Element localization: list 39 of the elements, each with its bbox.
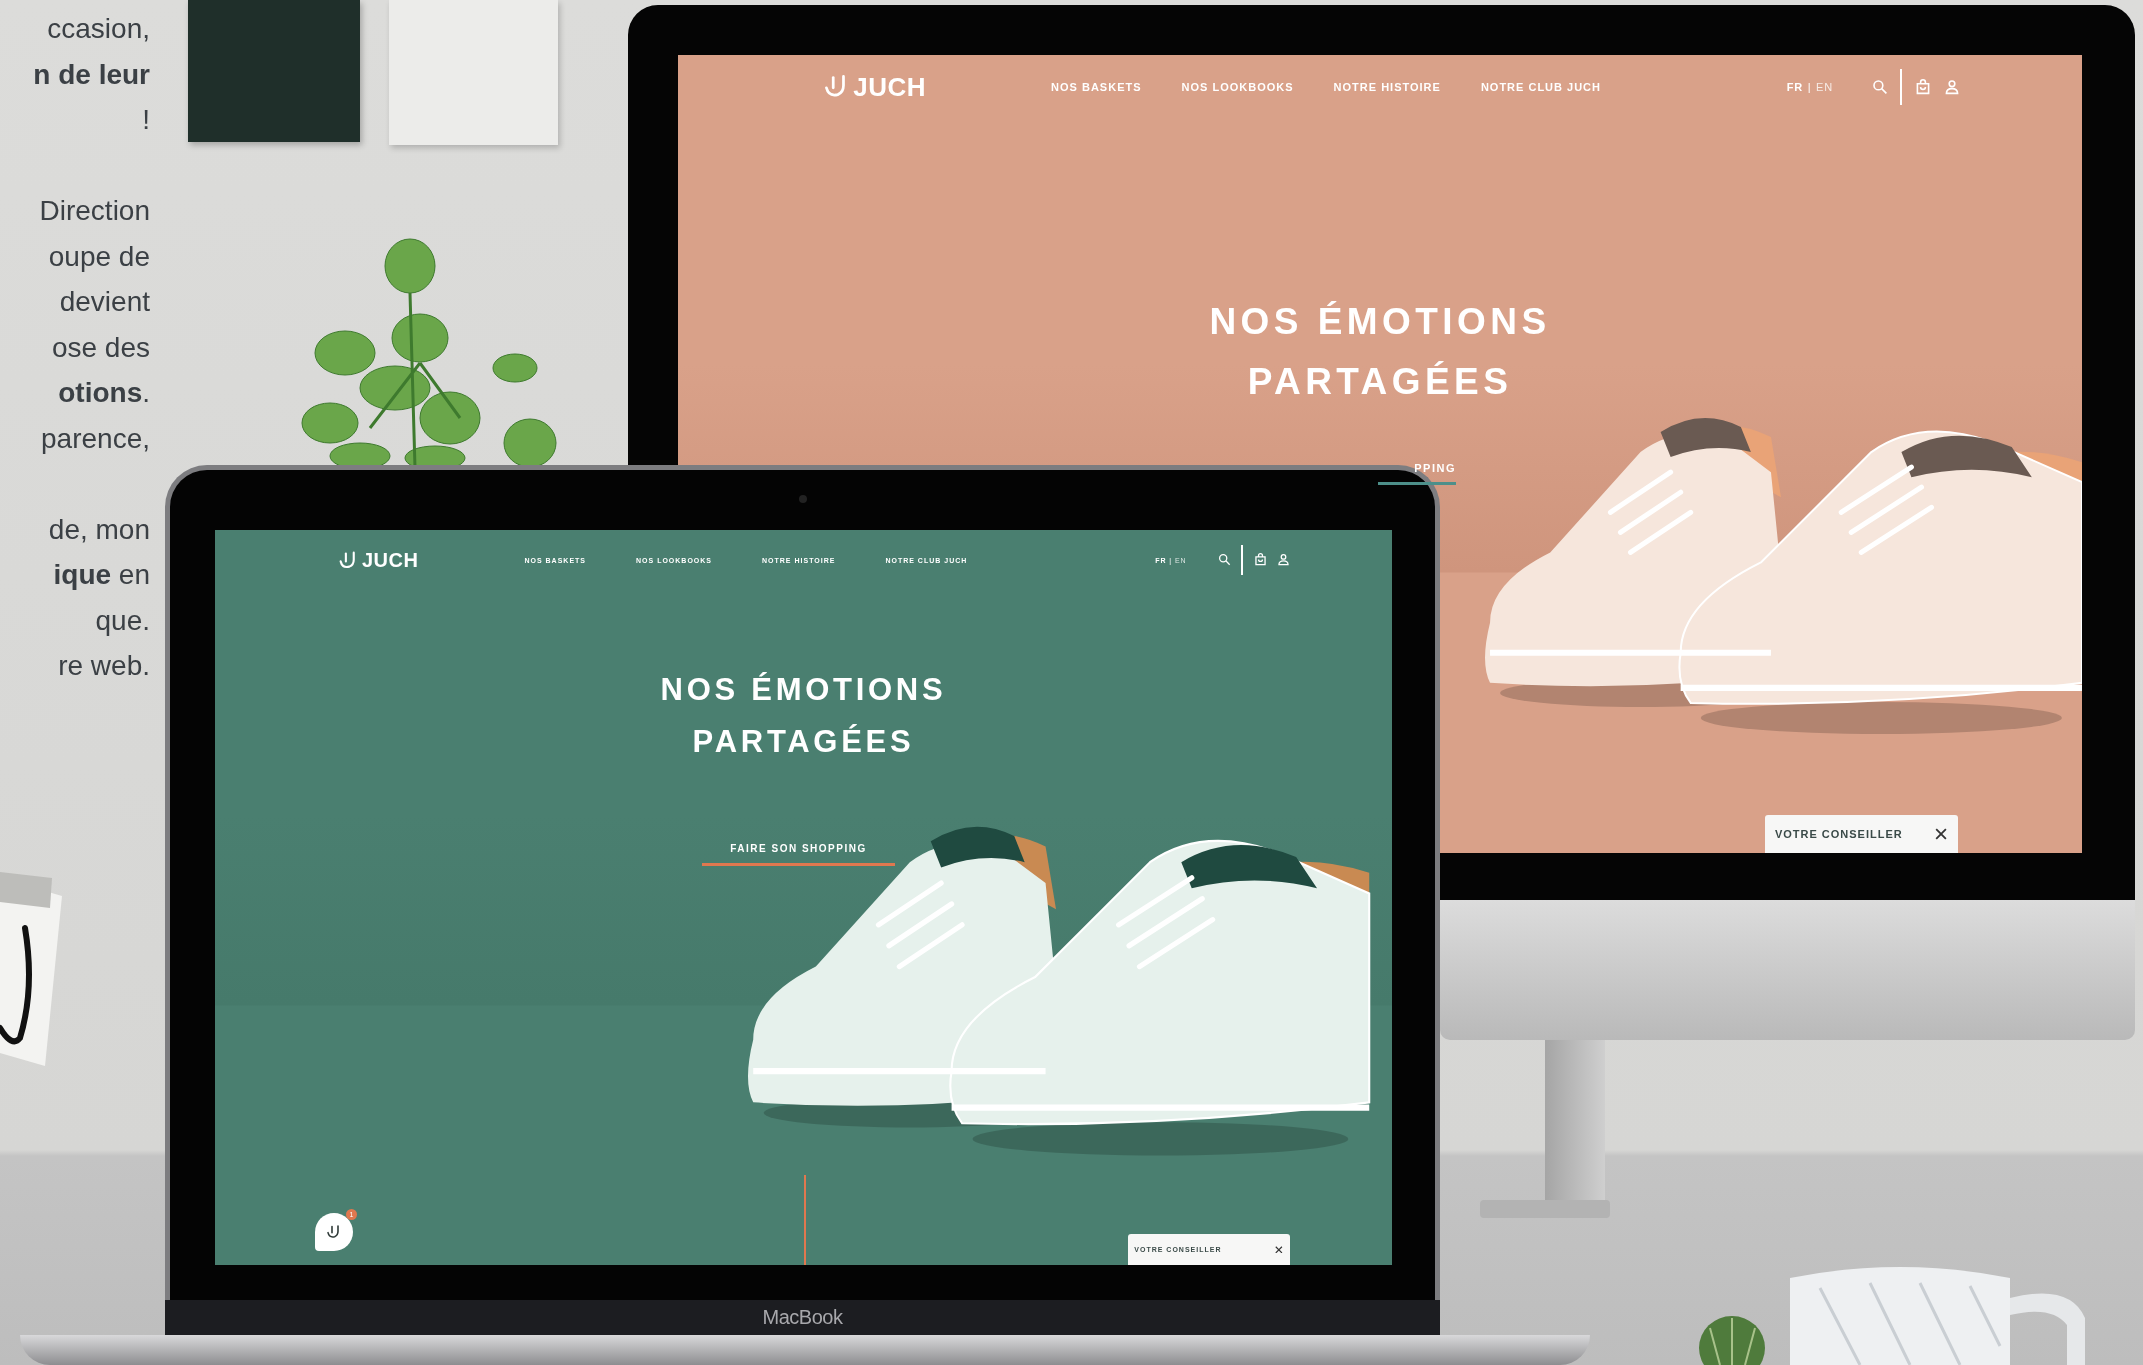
camera-dot bbox=[799, 495, 807, 503]
body-text-line: ccasion, bbox=[46, 12, 150, 46]
shopping-link[interactable]: FAIRE SON SHOPPING bbox=[702, 843, 895, 866]
language-option[interactable]: FR bbox=[1786, 81, 1804, 93]
advisor-label: VOTRE CONSEILLER bbox=[1774, 828, 1903, 840]
body-text-line: ! bbox=[141, 103, 150, 137]
body-text-line: n de leur bbox=[32, 57, 150, 92]
body-text-line: ique en bbox=[52, 558, 150, 592]
search-icon[interactable] bbox=[1217, 553, 1231, 567]
language-separator: | bbox=[1807, 81, 1812, 93]
body-text-line: devient bbox=[58, 285, 150, 319]
logo-icon bbox=[326, 1224, 342, 1240]
body-text-line: Direction bbox=[38, 194, 150, 228]
logo-link[interactable]: JUCH bbox=[338, 548, 419, 572]
hero-title: NOS ÉMOTIONS bbox=[660, 671, 947, 709]
language-option[interactable]: EN bbox=[1815, 81, 1834, 93]
nav-link[interactable]: NOS BASKETS bbox=[1051, 81, 1142, 93]
body-text-line: otions. bbox=[57, 376, 150, 410]
hero-title: PARTAGÉES bbox=[1247, 360, 1513, 404]
body-text-line: re web. bbox=[57, 649, 150, 683]
bag-icon[interactable] bbox=[1253, 553, 1267, 567]
advisor-chat-bar[interactable]: VOTRE CONSEILLER bbox=[1765, 815, 1958, 853]
laptop-brand-label: MacBook bbox=[762, 1306, 843, 1329]
hero-title: NOS ÉMOTIONS bbox=[1209, 300, 1551, 344]
body-text-line: de, mon bbox=[47, 512, 150, 547]
body-text-line: parence, bbox=[40, 421, 150, 456]
close-button[interactable] bbox=[1934, 827, 1947, 841]
nav-link[interactable]: NOTRE HISTOIRE bbox=[1333, 81, 1441, 93]
nav-link[interactable]: NOS LOOKBOOKS bbox=[1181, 81, 1294, 93]
close-icon bbox=[1275, 1245, 1283, 1254]
hero-title: PARTAGÉES bbox=[692, 723, 915, 761]
logo-link[interactable]: JUCH bbox=[823, 71, 927, 103]
close-button[interactable] bbox=[1275, 1245, 1283, 1254]
body-text-line: ose des bbox=[50, 330, 150, 365]
close-icon bbox=[1934, 827, 1947, 841]
user-icon[interactable] bbox=[1277, 553, 1290, 567]
nav-link[interactable]: NOTRE CLUB JUCH bbox=[1480, 81, 1601, 93]
body-text-line: oupe de bbox=[47, 239, 150, 274]
body-text-line: que. bbox=[94, 603, 150, 638]
